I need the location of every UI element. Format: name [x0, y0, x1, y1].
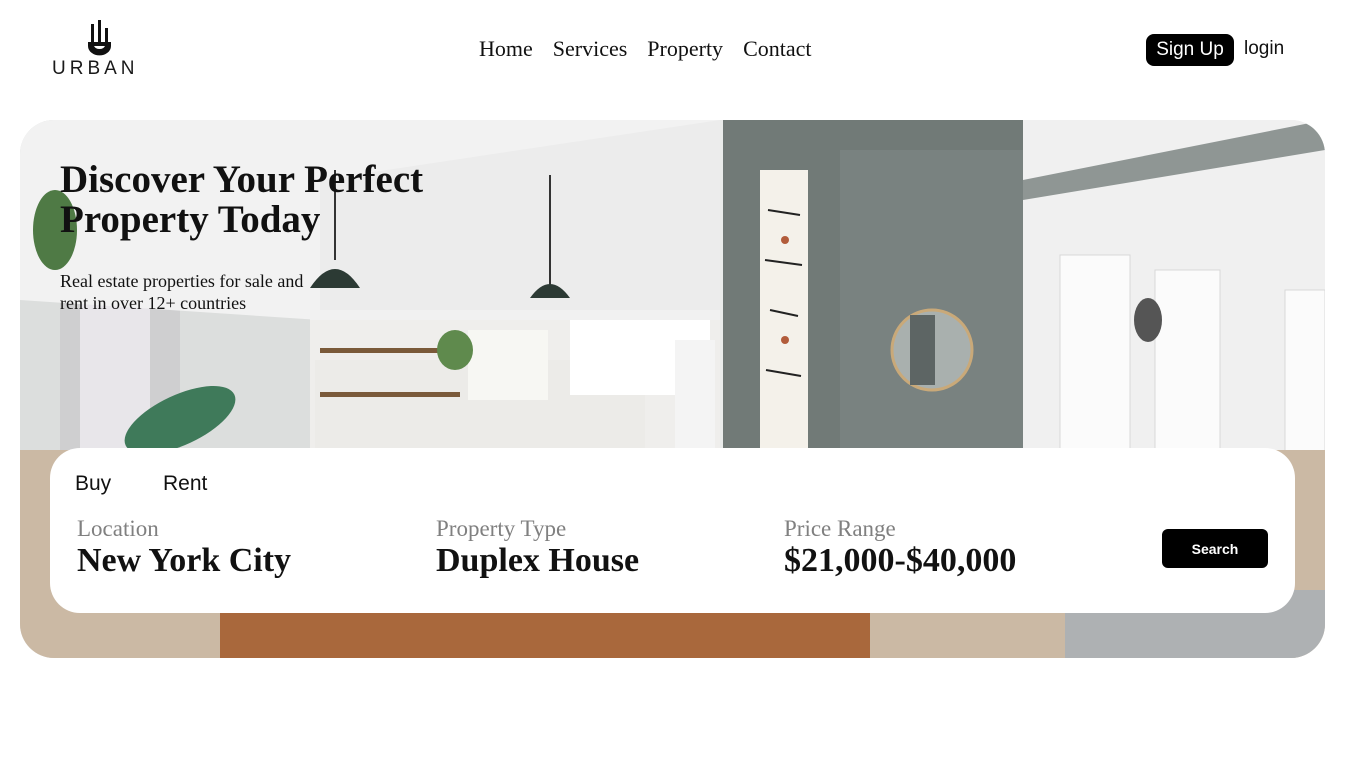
location-value: New York City	[77, 542, 292, 579]
nav-home[interactable]: Home	[479, 36, 533, 62]
search-button[interactable]: Search	[1162, 529, 1268, 568]
nav-services[interactable]: Services	[553, 36, 628, 62]
price-range-value: $21,000-$40,000	[784, 542, 1017, 579]
login-link[interactable]: login	[1244, 38, 1284, 60]
brand-name: URBAN	[52, 58, 139, 79]
main-nav: Home Services Property Contact	[479, 36, 812, 62]
price-range-field[interactable]: Price Range $21,000-$40,000	[784, 516, 1016, 580]
location-field[interactable]: Location New York City	[77, 516, 291, 580]
signup-button[interactable]: Sign Up	[1146, 34, 1234, 66]
brand-logo[interactable]: URBAN	[50, 20, 150, 80]
nav-contact[interactable]: Contact	[743, 36, 811, 62]
property-type-field[interactable]: Property Type Duplex House	[436, 516, 639, 580]
nav-property[interactable]: Property	[647, 36, 723, 62]
building-logo-icon	[88, 20, 111, 56]
hero-subtitle: Real estate properties for sale and rent…	[60, 271, 304, 313]
tab-buy[interactable]: Buy	[75, 472, 111, 496]
property-search-card: Buy Rent Location New York City Property…	[50, 448, 1295, 613]
property-type-label: Property Type	[436, 516, 567, 541]
property-type-value: Duplex House	[436, 542, 640, 579]
hero-title: Discover Your Perfect Property Today	[60, 158, 424, 241]
price-range-label: Price Range	[784, 516, 896, 541]
tab-rent[interactable]: Rent	[163, 472, 207, 496]
location-label: Location	[77, 516, 159, 541]
